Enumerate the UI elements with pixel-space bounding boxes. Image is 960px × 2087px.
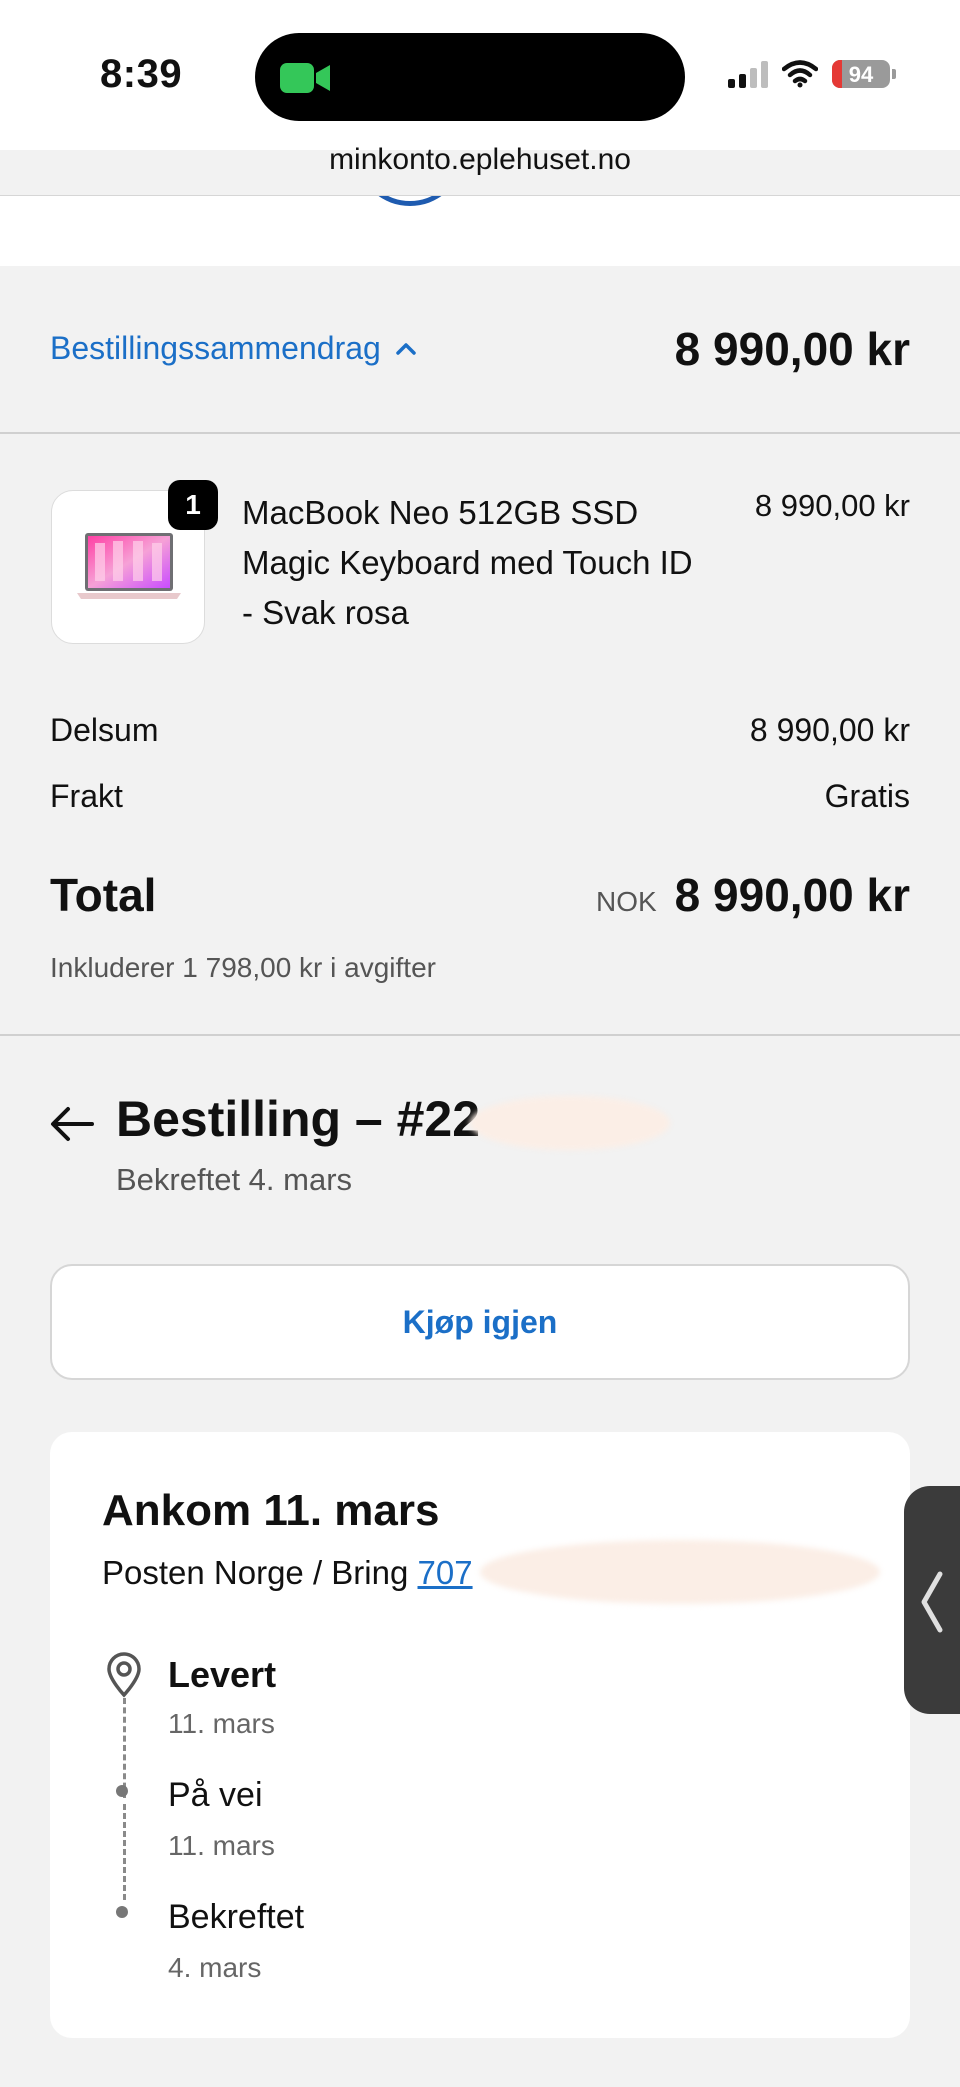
- shipping-label: Frakt: [50, 778, 123, 814]
- carrier-line: Posten Norge / Bring 707: [102, 1554, 473, 1592]
- buy-again-button[interactable]: Kjøp igjen: [50, 1264, 910, 1380]
- delivery-card: Ankom 11. mars Posten Norge / Bring 707 …: [50, 1432, 910, 2038]
- status-bar: 8:39 94 minkonto.eplehuset.no: [0, 0, 960, 176]
- product-name: MacBook Neo 512GB SSD Magic Keyboard med…: [242, 494, 693, 631]
- timeline-dot: [116, 1906, 128, 1918]
- timeline-step-label: Bekreftet: [168, 1898, 305, 1936]
- order-summary-toggle-label: Bestillingssammendrag: [50, 330, 381, 366]
- facetime-camera-icon: [280, 63, 330, 93]
- cellular-signal-icon: [728, 60, 768, 88]
- shipping-value: Gratis: [824, 778, 910, 814]
- total-amount-group: NOK 8 990,00 kr: [596, 868, 910, 922]
- location-pin-icon: [107, 1652, 141, 1698]
- timeline-step-label: Levert: [168, 1654, 277, 1695]
- subtotal-value: 8 990,00 kr: [749, 712, 910, 748]
- timeline-connector: [123, 1804, 126, 1900]
- side-panel-handle[interactable]: [904, 1486, 960, 1714]
- order-summary-bar: Bestillingssammendrag 8 990,00 kr: [0, 266, 960, 434]
- order-line-items: 1 MacBook Neo 512GB SSD Magic Keyboard m…: [0, 436, 960, 1036]
- order-summary-toggle[interactable]: Bestillingssammendrag: [50, 330, 417, 367]
- wifi-icon: [782, 60, 818, 88]
- subtotal-label: Delsum: [50, 712, 159, 748]
- store-logo[interactable]: [360, 196, 460, 206]
- timeline-step-date: 11. mars: [168, 1708, 275, 1739]
- total-amount: 8 990,00 kr: [674, 869, 910, 921]
- shipping-row: Frakt Gratis: [50, 778, 910, 815]
- summary-total: 8 990,00 kr: [674, 323, 910, 375]
- timeline-connector: [123, 1698, 126, 1798]
- laptop-image: [77, 533, 181, 599]
- subtotal-row: Delsum 8 990,00 kr: [50, 712, 910, 749]
- clock: 8:39: [100, 52, 183, 96]
- battery-icon: 94: [832, 60, 896, 88]
- status-icons: 94: [728, 60, 896, 88]
- address-bar-url[interactable]: minkonto.eplehuset.no: [0, 143, 960, 177]
- battery-level: 94: [848, 62, 874, 87]
- tracking-link[interactable]: 707: [418, 1554, 473, 1591]
- order-confirmed-date: Bekreftet 4. mars: [116, 1162, 353, 1197]
- timeline-step-label: På vei: [168, 1776, 263, 1814]
- timeline-dot: [116, 1785, 128, 1797]
- tax-note: Inkluderer 1 798,00 kr i avgifter: [50, 952, 436, 983]
- carrier-name: Posten Norge / Bring: [102, 1554, 418, 1591]
- order-header: Bestilling – #22 Bekreftet 4. mars: [50, 1090, 910, 1220]
- redaction-mark: [470, 1096, 670, 1150]
- dynamic-island: [255, 33, 685, 121]
- chevron-up-icon: [396, 342, 416, 355]
- currency-code: NOK: [595, 886, 657, 917]
- delivery-title: Ankom 11. mars: [102, 1486, 440, 1535]
- back-arrow-icon[interactable]: [50, 1104, 94, 1144]
- chevron-left-icon: [921, 1571, 943, 1633]
- site-header: [0, 196, 960, 266]
- order-title: Bestilling – #22: [116, 1091, 481, 1147]
- redaction-mark: [480, 1540, 880, 1604]
- quantity-badge: 1: [168, 480, 218, 530]
- timeline-step-date: 11. mars: [168, 1830, 275, 1861]
- product-price: 8 990,00 kr: [754, 488, 910, 523]
- timeline-step-date: 4. mars: [168, 1952, 262, 1983]
- total-label: Total: [50, 869, 157, 921]
